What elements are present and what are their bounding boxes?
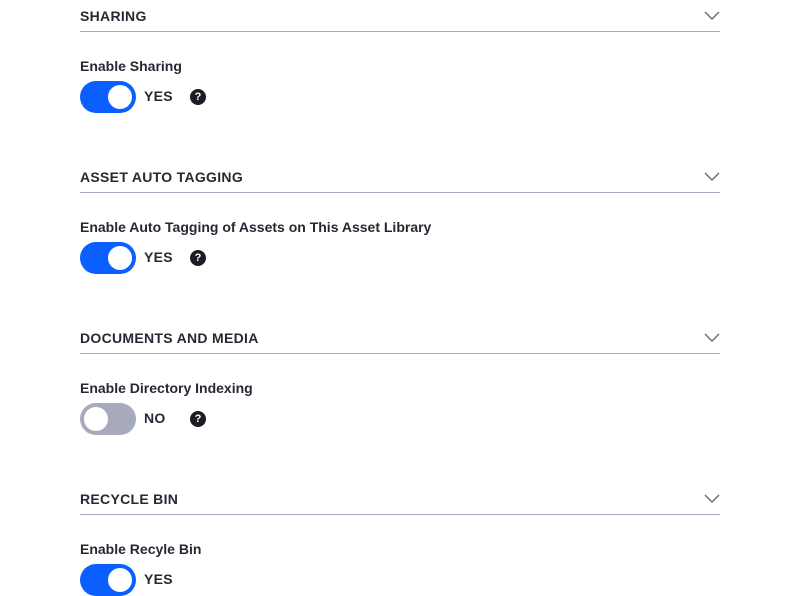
section-header-sharing[interactable]: SHARING	[80, 1, 720, 32]
toggle-switch-sharing[interactable]	[80, 81, 136, 113]
toggle-state-text: YES	[144, 249, 173, 265]
section-title: DOCUMENTS AND MEDIA	[80, 330, 259, 346]
field-label-enable-sharing: Enable Sharing	[80, 58, 182, 74]
toggle-switch-auto-tagging[interactable]	[80, 242, 136, 274]
chevron-down-icon[interactable]	[704, 331, 720, 343]
toggle-knob	[108, 568, 132, 592]
toggle-knob	[108, 85, 132, 109]
question-circle-icon[interactable]: ?	[190, 411, 206, 427]
section-title: SHARING	[80, 8, 147, 24]
chevron-down-icon[interactable]	[704, 9, 720, 21]
toggle-row-auto-tagging: YES ?	[80, 242, 280, 274]
toggle-state-text: NO	[144, 410, 166, 426]
toggle-knob	[84, 407, 108, 431]
toggle-state-text: YES	[144, 88, 173, 104]
section-header-documents-and-media[interactable]: DOCUMENTS AND MEDIA	[80, 323, 720, 354]
section-title: ASSET AUTO TAGGING	[80, 169, 244, 185]
toggle-switch-recycle-bin[interactable]	[80, 564, 136, 596]
question-circle-icon[interactable]: ?	[190, 89, 206, 105]
field-label-enable-auto-tagging: Enable Auto Tagging of Assets on This As…	[80, 219, 432, 235]
toggle-row-recycle-bin: YES	[80, 564, 280, 596]
section-header-asset-auto-tagging[interactable]: ASSET AUTO TAGGING	[80, 162, 720, 193]
field-label-enable-directory-indexing: Enable Directory Indexing	[80, 380, 253, 396]
toggle-state-text: YES	[144, 571, 173, 587]
question-circle-icon[interactable]: ?	[190, 250, 206, 266]
toggle-row-sharing: YES ?	[80, 81, 280, 113]
chevron-down-icon[interactable]	[704, 492, 720, 504]
toggle-switch-directory-indexing[interactable]	[80, 403, 136, 435]
toggle-knob	[108, 246, 132, 270]
chevron-down-icon[interactable]	[704, 170, 720, 182]
toggle-row-directory-indexing: NO ?	[80, 403, 280, 435]
section-header-recycle-bin[interactable]: RECYCLE BIN	[80, 484, 720, 515]
field-label-enable-recycle-bin: Enable Recyle Bin	[80, 541, 202, 557]
section-title: RECYCLE BIN	[80, 491, 179, 507]
